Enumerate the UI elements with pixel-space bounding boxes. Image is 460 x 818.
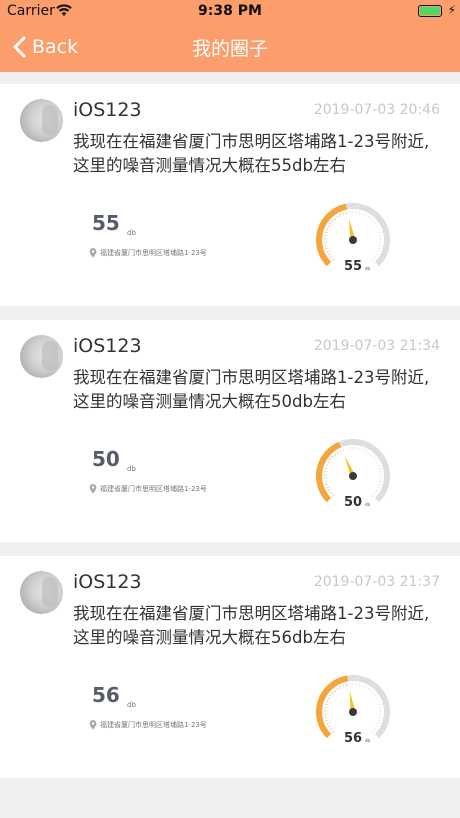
gauge-value-label: 55 <box>344 259 362 274</box>
post-card[interactable]: iOS123 2019-07-03 21:34 我现在在福建省厦门市思明区塔埔路… <box>0 320 460 542</box>
gauge-value-label: 50 <box>344 495 362 510</box>
noise-gauge: 50 db <box>316 439 390 510</box>
clock: 9:38 PM <box>198 3 262 19</box>
gauge-unit-label: db <box>365 738 371 743</box>
location-pin-icon <box>89 720 97 730</box>
username: iOS123 <box>73 335 142 357</box>
gauge-hub <box>349 708 357 716</box>
noise-gauge: 55 db <box>316 203 390 274</box>
db-value: 50 <box>92 447 120 471</box>
noise-gauge: 56 db <box>316 675 390 746</box>
db-value: 55 <box>92 211 120 235</box>
location-pin-icon <box>89 248 97 258</box>
page-title: 我的圈子 <box>191 38 268 60</box>
post-text: 我现在在福建省厦门市思明区塔埔路1-23号附近,这里的噪音测量情况大概在50db… <box>73 368 430 411</box>
avatar[interactable] <box>20 571 63 614</box>
db-unit: db <box>127 465 136 473</box>
post-card[interactable]: iOS123 2019-07-03 21:37 我现在在福建省厦门市思明区塔埔路… <box>0 556 460 778</box>
gauge-hub <box>349 236 357 244</box>
charging-icon: ⚡ <box>447 3 456 17</box>
location: 福建省厦门市思明区塔埔路1-23号 <box>89 248 207 258</box>
gauge-unit-label: db <box>365 502 371 507</box>
location: 福建省厦门市思明区塔埔路1-23号 <box>89 484 207 494</box>
username: iOS123 <box>73 99 142 121</box>
nav-header: Carrier 9:38 PM ⚡ Back 我的圈子 <box>0 0 460 72</box>
post-text: 我现在在福建省厦门市思明区塔埔路1-23号附近,这里的噪音测量情况大概在56db… <box>73 604 430 647</box>
location-text: 福建省厦门市思明区塔埔路1-23号 <box>100 249 207 257</box>
battery-icon <box>418 5 442 17</box>
db-value: 56 <box>92 683 120 707</box>
avatar[interactable] <box>20 99 63 142</box>
location-text: 福建省厦门市思明区塔埔路1-23号 <box>100 721 207 729</box>
gauge-fill <box>316 203 348 267</box>
gauge-unit-label: db <box>365 266 371 271</box>
db-unit: db <box>127 701 136 709</box>
post-time: 2019-07-03 20:46 <box>313 102 440 118</box>
post-time: 2019-07-03 21:37 <box>313 574 440 590</box>
gauge-value-label: 56 <box>344 731 362 746</box>
gauge-hub <box>349 472 357 480</box>
post-card[interactable]: iOS123 2019-07-03 20:46 我现在在福建省厦门市思明区塔埔路… <box>0 84 460 306</box>
status-bar: Carrier 9:38 PM ⚡ <box>0 0 460 24</box>
location-pin-icon <box>89 484 97 494</box>
location: 福建省厦门市思明区塔埔路1-23号 <box>89 720 207 730</box>
username: iOS123 <box>73 571 142 593</box>
avatar[interactable] <box>20 335 63 378</box>
location-text: 福建省厦门市思明区塔埔路1-23号 <box>100 485 207 493</box>
gauge-fill <box>316 441 342 503</box>
post-text: 我现在在福建省厦门市思明区塔埔路1-23号附近,这里的噪音测量情况大概在55db… <box>73 132 430 175</box>
db-unit: db <box>127 229 136 237</box>
post-time: 2019-07-03 21:34 <box>313 338 440 354</box>
